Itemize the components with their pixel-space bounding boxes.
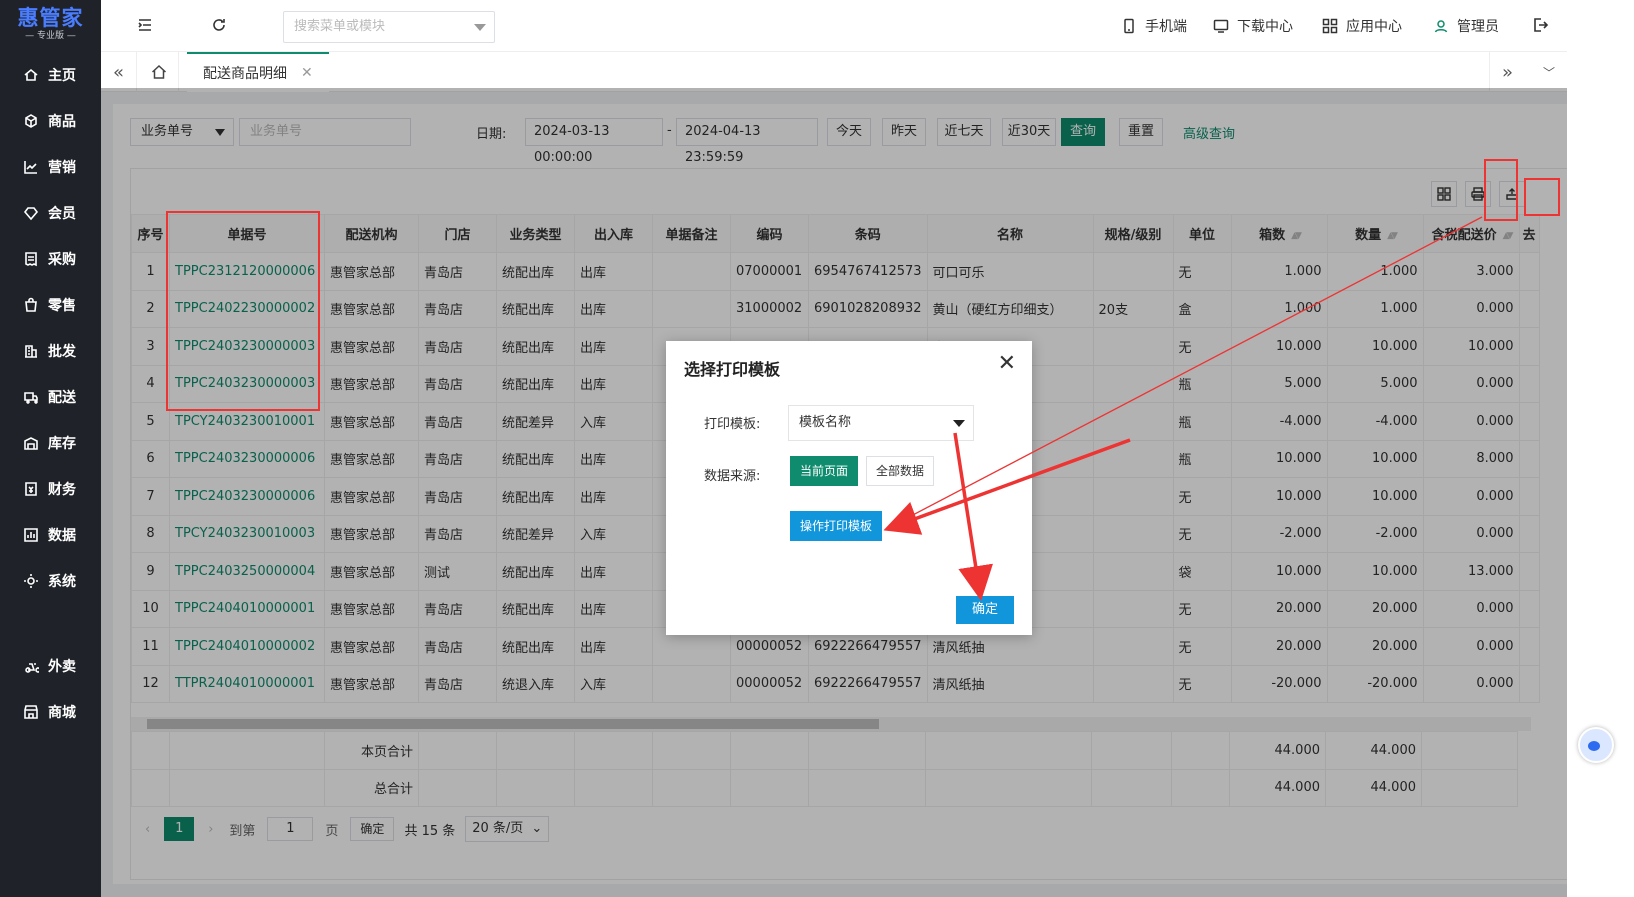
doc-number-highlight bbox=[166, 211, 320, 411]
sidebar-item-wallet[interactable]: 财务 bbox=[0, 469, 101, 509]
warehouse-icon bbox=[22, 434, 40, 452]
sidebar-item-label: 配送 bbox=[48, 390, 76, 406]
sidebar-item-building[interactable]: 批发 bbox=[0, 331, 101, 371]
sidebar-item-label: 营销 bbox=[48, 160, 76, 176]
refresh-icon[interactable] bbox=[208, 14, 230, 36]
download-center-link[interactable]: 下载中心 bbox=[1213, 16, 1293, 36]
sidebar-item-label: 会员 bbox=[48, 206, 76, 222]
mobile-link-label: 手机端 bbox=[1145, 19, 1187, 35]
receipt-icon bbox=[22, 250, 40, 268]
template-label: 打印模板: bbox=[704, 417, 761, 432]
chevron-down-icon bbox=[953, 420, 965, 427]
close-icon[interactable]: ✕ bbox=[998, 351, 1016, 376]
sidebar-item-delivery[interactable]: 配送 bbox=[0, 377, 101, 417]
phone-icon bbox=[1124, 18, 1134, 34]
template-select-value: 模板名称 bbox=[799, 415, 852, 430]
app-center-label: 应用中心 bbox=[1346, 19, 1402, 35]
download-center-label: 下载中心 bbox=[1237, 19, 1293, 35]
sidebar-item-settings[interactable]: 系统 bbox=[0, 561, 101, 601]
sidebar-item-chart[interactable]: 营销 bbox=[0, 147, 101, 187]
tabs-bar: « 配送商品明细 ✕ » ﹀ bbox=[101, 52, 1634, 92]
sidebar-item-label: 库存 bbox=[48, 436, 76, 452]
building-icon bbox=[22, 342, 40, 360]
assistant-float-button[interactable] bbox=[1578, 727, 1614, 763]
logo: 惠管家 — 专业版 — bbox=[0, 0, 101, 50]
diamond-icon bbox=[22, 204, 40, 222]
current-page-button[interactable]: 当前页面 bbox=[790, 456, 858, 486]
dialog-title: 选择打印模板 bbox=[684, 360, 781, 379]
tabs-menu-chevron-icon[interactable]: ﹀ bbox=[1531, 52, 1567, 92]
sidebar-item-label: 商品 bbox=[48, 114, 76, 130]
all-data-button[interactable]: 全部数据 bbox=[866, 456, 934, 486]
tabs-scroll-right-icon[interactable]: » bbox=[1489, 52, 1525, 92]
sidebar-item-label: 数据 bbox=[48, 528, 76, 544]
home-icon bbox=[151, 64, 166, 79]
sidebar-item-label: 财务 bbox=[48, 482, 76, 498]
sidebar-item-warehouse[interactable]: 库存 bbox=[0, 423, 101, 463]
sidebar-item-home[interactable]: 主页 bbox=[0, 55, 101, 95]
sidebar-item-shop[interactable]: 商城 bbox=[0, 692, 101, 732]
wallet-icon bbox=[22, 480, 40, 498]
edition-label: — 专业版 — bbox=[25, 31, 76, 41]
sidebar-item-label: 外卖 bbox=[48, 659, 76, 675]
menu-search-placeholder: 搜索菜单或模块 bbox=[294, 19, 386, 34]
chart-icon bbox=[22, 158, 40, 176]
bag-icon bbox=[22, 296, 40, 314]
sidebar-item-label: 零售 bbox=[48, 298, 76, 314]
home-tab[interactable] bbox=[139, 52, 179, 92]
data-icon bbox=[22, 526, 40, 544]
menu-search-input[interactable]: 搜索菜单或模块 bbox=[283, 11, 495, 43]
tab-label: 配送商品明细 bbox=[203, 66, 287, 82]
sidebar-item-label: 系统 bbox=[48, 574, 76, 590]
menu-toggle-icon[interactable] bbox=[134, 14, 156, 36]
sidebar-item-receipt[interactable]: 采购 bbox=[0, 239, 101, 279]
shop-icon bbox=[22, 703, 40, 721]
logout-icon[interactable] bbox=[1529, 14, 1551, 36]
operate-template-button[interactable]: 操作打印模板 bbox=[790, 511, 882, 541]
scooter-icon bbox=[22, 657, 40, 675]
settings-icon bbox=[22, 572, 40, 590]
sidebar-item-data[interactable]: 数据 bbox=[0, 515, 101, 555]
sidebar-item-scooter[interactable]: 外卖 bbox=[0, 646, 101, 686]
sidebar: 惠管家 — 专业版 — 主页商品营销会员采购零售批发配送库存财务数据系统外卖商城 bbox=[0, 0, 101, 897]
monitor-icon bbox=[1213, 19, 1229, 33]
cube-icon bbox=[22, 112, 40, 130]
user-menu[interactable]: 管理员 bbox=[1433, 16, 1499, 36]
tabs-scroll-left-icon[interactable]: « bbox=[101, 52, 137, 92]
top-bar: 搜索菜单或模块 手机端 下载中心 应用中心 管理员 bbox=[101, 0, 1634, 52]
export-icon-highlight bbox=[1524, 178, 1560, 216]
mobile-link[interactable]: 手机端 bbox=[1121, 16, 1187, 36]
print-icon-highlight bbox=[1484, 159, 1518, 221]
sidebar-item-label: 批发 bbox=[48, 344, 76, 360]
source-label: 数据来源: bbox=[704, 469, 761, 484]
print-template-dialog: 选择打印模板 ✕ 打印模板: 模板名称 数据来源: 当前页面 全部数据 操作打印… bbox=[666, 341, 1032, 635]
tab-delivery-detail[interactable]: 配送商品明细 ✕ bbox=[187, 52, 329, 92]
home-icon bbox=[22, 66, 40, 84]
app-center-link[interactable]: 应用中心 bbox=[1322, 16, 1402, 36]
sidebar-item-label: 采购 bbox=[48, 252, 76, 268]
user-name: 管理员 bbox=[1457, 19, 1499, 35]
sidebar-item-diamond[interactable]: 会员 bbox=[0, 193, 101, 233]
right-edge-panel bbox=[1567, 0, 1634, 897]
sidebar-item-label: 主页 bbox=[48, 68, 76, 84]
template-select[interactable]: 模板名称 bbox=[788, 405, 974, 441]
user-icon bbox=[1434, 20, 1448, 33]
close-tab-icon[interactable]: ✕ bbox=[301, 65, 313, 81]
confirm-button[interactable]: 确定 bbox=[956, 596, 1014, 624]
sidebar-item-label: 商城 bbox=[48, 705, 76, 721]
sidebar-item-bag[interactable]: 零售 bbox=[0, 285, 101, 325]
delivery-icon bbox=[22, 388, 40, 406]
apps-icon bbox=[1322, 18, 1338, 34]
chevron-down-icon bbox=[474, 24, 486, 31]
brand-name: 惠管家 bbox=[17, 6, 84, 30]
sidebar-item-cube[interactable]: 商品 bbox=[0, 101, 101, 141]
